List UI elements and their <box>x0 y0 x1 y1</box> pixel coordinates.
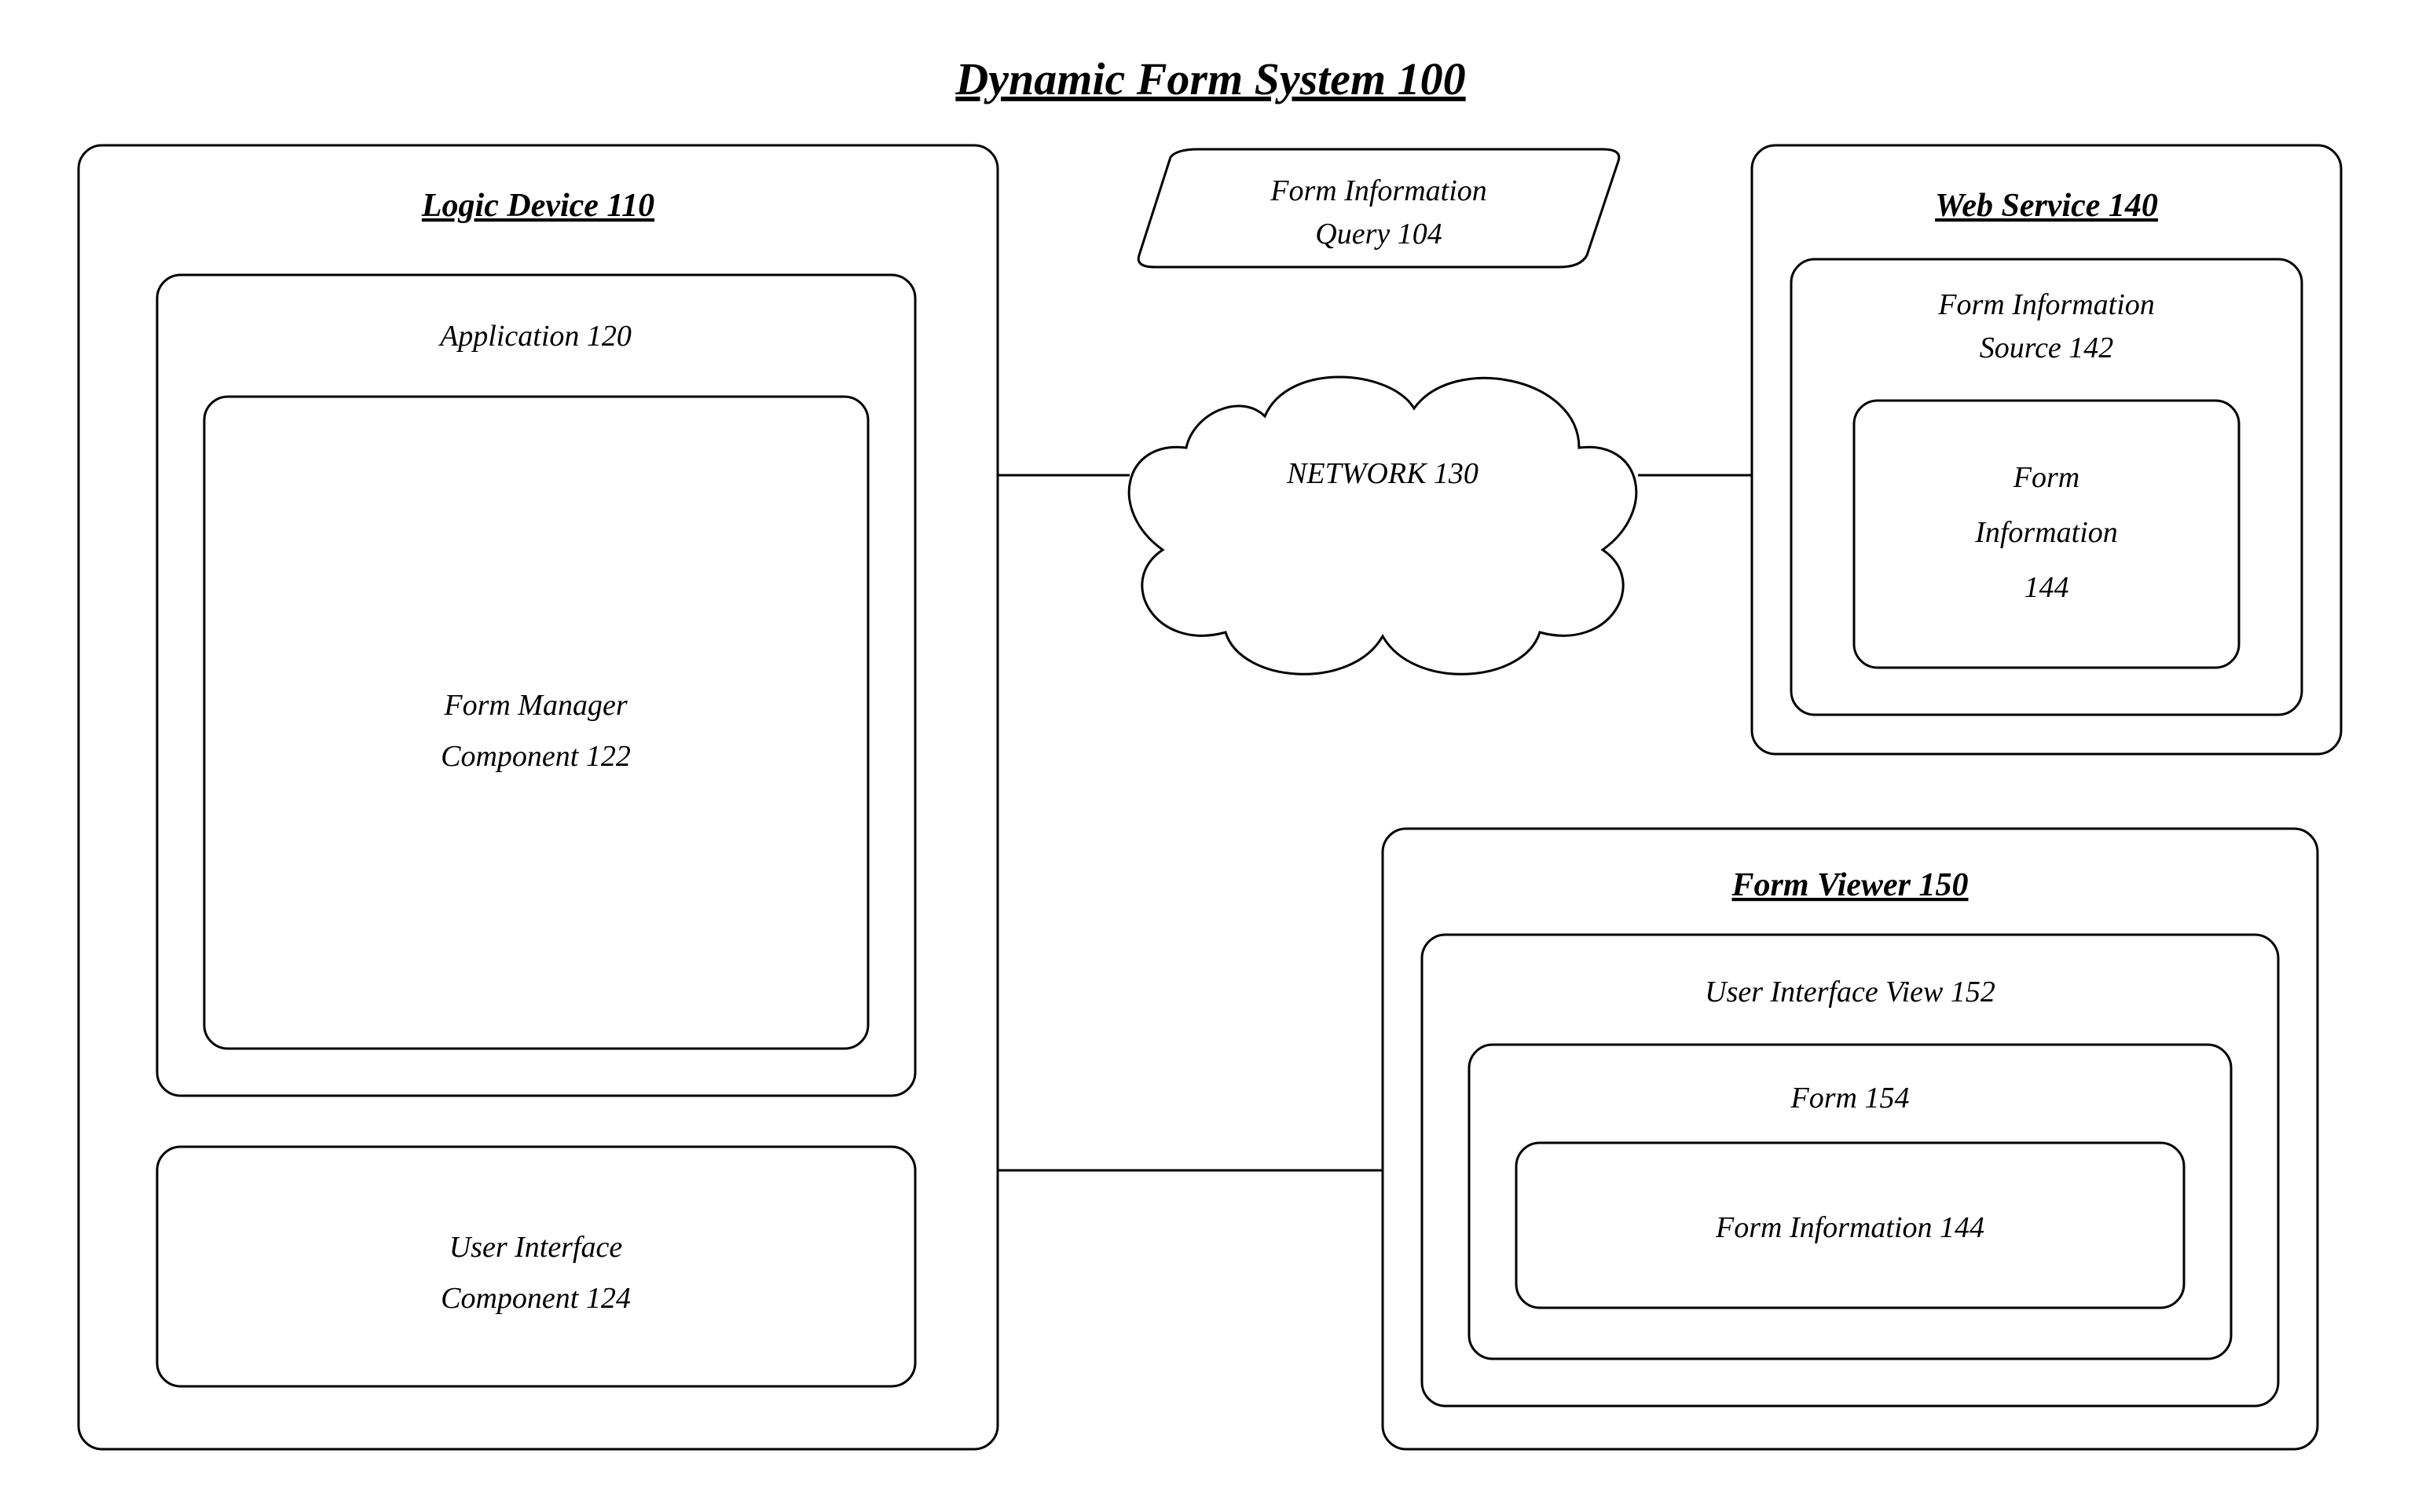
ui-component-box <box>157 1147 915 1386</box>
network-label: NETWORK 130 <box>1286 457 1478 490</box>
form-info-source-line1: Form Information <box>1937 288 2155 321</box>
form-info-144-a-line3: 144 <box>2024 571 2069 604</box>
query-line2: Query 104 <box>1315 218 1442 251</box>
form-viewer-title: Form Viewer 150 <box>1731 867 1968 903</box>
ui-component-line2: Component 124 <box>441 1282 631 1315</box>
diagram-title: Dynamic Form System 100 <box>955 53 1465 104</box>
web-service-title: Web Service 140 <box>1935 188 2158 224</box>
form-info-144-a-line1: Form <box>2013 461 2079 494</box>
ui-component-line1: User Interface <box>449 1231 623 1264</box>
form-manager-line1: Form Manager <box>443 689 627 722</box>
form-info-source-line2: Source 142 <box>1980 331 2114 364</box>
form-viewer-box <box>1383 829 2318 1449</box>
ui-view-label: User Interface View 152 <box>1705 976 1995 1009</box>
form-manager-box <box>204 397 868 1049</box>
form-info-144-b-label: Form Information 144 <box>1715 1211 1984 1244</box>
network-cloud <box>1129 377 1636 674</box>
query-line1: Form Information <box>1270 174 1487 207</box>
application-box <box>157 275 915 1096</box>
form-info-144-a-line2: Information <box>1974 516 2118 549</box>
diagram-canvas: Dynamic Form System 100 Logic Device 110… <box>0 0 2422 1512</box>
form-154-label: Form 154 <box>1790 1082 1910 1115</box>
application-title: Application 120 <box>438 320 632 353</box>
logic-device-title: Logic Device 110 <box>421 188 654 224</box>
web-service-box <box>1752 145 2341 754</box>
form-manager-line2: Component 122 <box>441 740 631 773</box>
